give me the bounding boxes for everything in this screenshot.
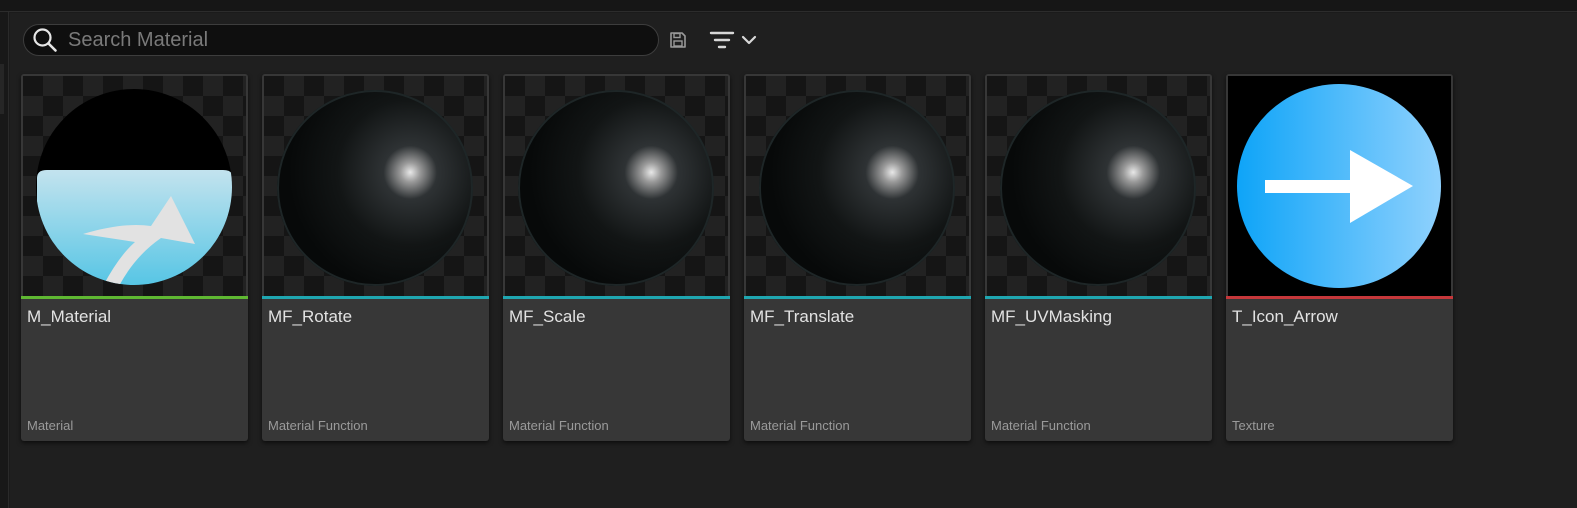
save-search-button[interactable] xyxy=(669,25,687,55)
search-box[interactable] xyxy=(23,24,659,56)
dark-sphere-icon xyxy=(277,90,473,286)
asset-thumbnail xyxy=(746,76,969,296)
asset-type-strip xyxy=(503,296,730,299)
asset-type-strip xyxy=(262,296,489,299)
asset-name: MF_Translate xyxy=(750,307,855,326)
asset-grid: M_Material Material MF_Rotate Material F… xyxy=(21,74,1453,441)
asset-thumbnail xyxy=(1228,76,1451,296)
dark-sphere-icon xyxy=(759,90,955,286)
asset-type: Material Function xyxy=(509,418,609,433)
dark-sphere-icon xyxy=(1000,90,1196,286)
asset-type-strip xyxy=(21,296,248,299)
asset-type: Material Function xyxy=(750,418,850,433)
asset-tile-mf-uvmasking[interactable]: MF_UVMasking Material Function xyxy=(985,74,1212,441)
asset-thumbnail xyxy=(505,76,728,296)
asset-tile-m-material[interactable]: M_Material Material xyxy=(21,74,248,441)
content-browser-panel: M_Material Material xyxy=(10,13,1577,508)
dark-sphere-icon xyxy=(518,90,714,286)
asset-name: MF_Scale xyxy=(509,307,586,326)
content-toolbar xyxy=(23,23,783,57)
asset-tile-mf-scale[interactable]: MF_Scale Material Function xyxy=(503,74,730,441)
asset-type: Texture xyxy=(1232,418,1275,433)
search-input[interactable] xyxy=(68,28,628,52)
asset-type: Material Function xyxy=(991,418,1091,433)
search-icon xyxy=(33,28,57,52)
asset-name: MF_Rotate xyxy=(268,307,353,326)
asset-name: T_Icon_Arrow xyxy=(1232,307,1338,326)
asset-tile-t-icon-arrow[interactable]: T_Icon_Arrow Texture xyxy=(1226,74,1453,441)
filter-button[interactable] xyxy=(709,25,757,55)
splitter-handle[interactable] xyxy=(0,64,4,114)
asset-tile-mf-rotate[interactable]: MF_Rotate Material Function xyxy=(262,74,489,441)
panel-left-edge xyxy=(0,12,9,508)
chevron-down-icon xyxy=(741,35,757,45)
asset-thumbnail xyxy=(23,76,246,296)
asset-tile-mf-translate[interactable]: MF_Translate Material Function xyxy=(744,74,971,441)
panel-top-edge xyxy=(0,0,1577,12)
asset-type: Material Function xyxy=(268,418,368,433)
asset-thumbnail xyxy=(264,76,487,296)
material-sphere-icon xyxy=(36,89,232,285)
save-icon xyxy=(670,32,686,48)
asset-type-strip xyxy=(744,296,971,299)
asset-thumbnail xyxy=(987,76,1210,296)
asset-name: MF_UVMasking xyxy=(991,307,1112,326)
arrow-icon xyxy=(1237,84,1441,288)
asset-name: M_Material xyxy=(27,307,112,326)
asset-type-strip xyxy=(985,296,1212,299)
asset-type: Material xyxy=(27,418,74,433)
asset-type-strip xyxy=(1226,296,1453,299)
filter-icon xyxy=(709,31,735,49)
